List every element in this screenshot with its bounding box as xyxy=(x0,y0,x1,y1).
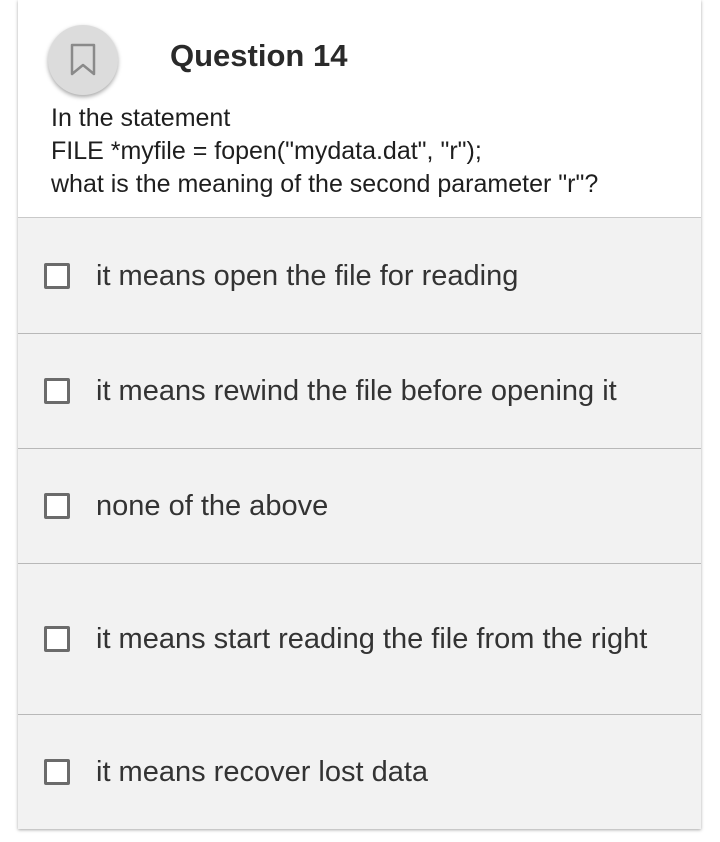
question-text: In the statement FILE *myfile = fopen("m… xyxy=(51,102,691,201)
answer-option-5[interactable]: it means recover lost data xyxy=(18,715,701,829)
answer-option-2[interactable]: it means rewind the file before opening … xyxy=(18,334,701,449)
answer-option-label: it means rewind the file before opening … xyxy=(96,375,617,407)
answer-option-label: it means start reading the file from the… xyxy=(96,623,648,655)
checkbox[interactable] xyxy=(44,262,70,289)
bookmark-button[interactable] xyxy=(48,25,118,95)
answer-option-4[interactable]: it means start reading the file from the… xyxy=(18,564,701,715)
question-title: Question 14 xyxy=(170,38,348,73)
question-text-line: FILE *myfile = fopen("mydata.dat", "r"); xyxy=(51,137,482,165)
answer-option-1[interactable]: it means open the file for reading xyxy=(18,218,701,334)
question-card: Question 14 In the statement FILE *myfil… xyxy=(18,0,701,829)
bookmark-icon xyxy=(70,43,96,76)
question-text-line: In the statement xyxy=(51,104,231,132)
checkbox[interactable] xyxy=(44,378,70,404)
question-header: Question 14 In the statement FILE *myfil… xyxy=(18,0,701,218)
question-text-line: what is the meaning of the second parame… xyxy=(51,170,599,198)
answer-option-label: it means open the file for reading xyxy=(96,259,519,292)
checkbox[interactable] xyxy=(44,626,70,652)
answer-option-label: it means recover lost data xyxy=(96,756,429,788)
answer-option-3[interactable]: none of the above xyxy=(18,449,701,564)
answer-option-label: none of the above xyxy=(96,490,329,522)
checkbox[interactable] xyxy=(44,759,70,785)
checkbox[interactable] xyxy=(44,493,70,519)
